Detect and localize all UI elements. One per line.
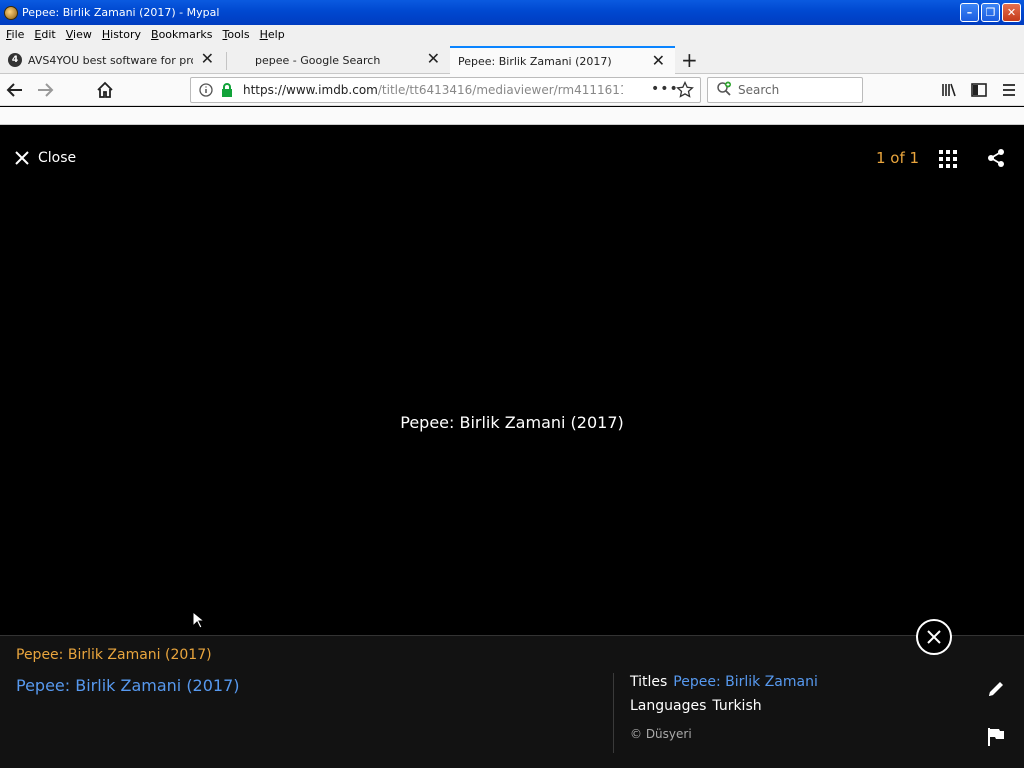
tab-label: pepee - Google Search bbox=[255, 53, 381, 67]
menu-bookmarks[interactable]: Bookmarks bbox=[151, 28, 212, 41]
image-counter: 1 of 1 bbox=[876, 149, 920, 167]
menu-edit[interactable]: Edit bbox=[34, 28, 55, 41]
app-icon bbox=[4, 5, 18, 20]
close-icon bbox=[927, 630, 941, 644]
search-placeholder: Search bbox=[738, 83, 780, 97]
menu-help[interactable]: Help bbox=[260, 28, 285, 41]
grid-icon[interactable] bbox=[939, 150, 957, 168]
report-flag-icon[interactable] bbox=[987, 727, 1005, 747]
menu-history[interactable]: History bbox=[102, 28, 141, 41]
menu-file[interactable]: File bbox=[6, 28, 24, 41]
tab-close-icon[interactable]: ✕ bbox=[201, 51, 214, 67]
tab-strip: 4 AVS4YOU best software for proces ✕ pep… bbox=[0, 44, 1024, 74]
search-icon bbox=[716, 81, 732, 100]
titles-link[interactable]: Pepee: Birlik Zamani bbox=[673, 674, 818, 690]
panel-overline: Pepee: Birlik Zamani (2017) bbox=[16, 647, 212, 663]
search-bar[interactable]: Search bbox=[707, 77, 863, 103]
info-icon[interactable] bbox=[199, 83, 213, 100]
home-icon[interactable] bbox=[94, 79, 116, 101]
close-icon bbox=[14, 150, 38, 166]
toolbar-spacer bbox=[0, 107, 1024, 125]
sidebar-icon[interactable] bbox=[968, 79, 990, 101]
info-panel: Pepee: Birlik Zamani (2017) Pepee: Birli… bbox=[0, 619, 1024, 768]
languages-label: Languages bbox=[630, 698, 707, 714]
image-alt-text: Pepee: Birlik Zamani (2017) bbox=[400, 413, 624, 432]
tab-label: Pepee: Birlik Zamani (2017) bbox=[458, 54, 612, 68]
window-titlebar: Pepee: Birlik Zamani (2017) - Mypal – ❐ … bbox=[0, 0, 1024, 25]
title-link[interactable]: Pepee: Birlik Zamani (2017) bbox=[16, 676, 240, 695]
tab-close-icon[interactable]: ✕ bbox=[652, 53, 665, 69]
mouse-cursor-icon bbox=[192, 610, 206, 633]
tab-avs4you[interactable]: 4 AVS4YOU best software for proces ✕ bbox=[0, 46, 224, 74]
bookmark-star-icon[interactable] bbox=[676, 80, 694, 102]
restore-button[interactable]: ❐ bbox=[981, 3, 1000, 22]
tab-separator bbox=[226, 52, 227, 70]
media-viewer: Close 1 of 1 Pepee: Birlik Zamani (2017) bbox=[0, 126, 1024, 635]
close-window-button[interactable]: ✕ bbox=[1002, 3, 1021, 22]
menu-tools[interactable]: Tools bbox=[222, 28, 249, 41]
edit-pencil-icon[interactable] bbox=[986, 679, 1006, 699]
languages-row: Languages Turkish bbox=[630, 698, 762, 714]
url-bar[interactable]: https://www.imdb.com/title/tt6413416/med… bbox=[190, 77, 701, 103]
url-text: https://www.imdb.com/title/tt6413416/med… bbox=[243, 83, 623, 97]
close-label: Close bbox=[38, 150, 77, 166]
tab-google-search[interactable]: pepee - Google Search ✕ bbox=[228, 46, 450, 74]
copyright-text: © Düsyeri bbox=[630, 727, 692, 741]
avs4you-favicon-icon: 4 bbox=[8, 53, 22, 67]
library-icon[interactable] bbox=[938, 79, 960, 101]
share-icon[interactable] bbox=[986, 148, 1006, 168]
tab-label: AVS4YOU best software for proces bbox=[28, 53, 193, 67]
page-actions-icon[interactable]: ••• bbox=[651, 81, 679, 97]
menu-view[interactable]: View bbox=[66, 28, 92, 41]
url-path: /title/tt6413416/mediaviewer/rm411161190 bbox=[377, 83, 623, 97]
languages-value: Turkish bbox=[712, 698, 762, 714]
hamburger-menu-icon[interactable] bbox=[998, 79, 1020, 101]
titles-row: Titles Pepee: Birlik Zamani bbox=[630, 674, 818, 690]
new-tab-icon[interactable]: + bbox=[681, 48, 698, 72]
titles-label: Titles bbox=[630, 674, 668, 690]
tab-close-icon[interactable]: ✕ bbox=[427, 51, 440, 67]
lock-icon bbox=[220, 82, 234, 101]
window-title: Pepee: Birlik Zamani (2017) - Mypal bbox=[22, 6, 220, 19]
menu-bar: File Edit View History Bookmarks Tools H… bbox=[0, 25, 1024, 44]
minimize-button[interactable]: – bbox=[960, 3, 979, 22]
url-host: https://www.imdb.com bbox=[243, 83, 378, 97]
panel-divider bbox=[613, 673, 614, 753]
forward-arrow-icon[interactable] bbox=[34, 79, 56, 101]
panel-close-button[interactable] bbox=[916, 619, 952, 655]
viewer-close-button[interactable]: Close bbox=[14, 150, 76, 166]
navigation-bar: https://www.imdb.com/title/tt6413416/med… bbox=[0, 74, 1024, 106]
window-controls: – ❐ ✕ bbox=[960, 3, 1021, 22]
tab-pepee-imdb[interactable]: Pepee: Birlik Zamani (2017) ✕ bbox=[450, 46, 675, 74]
back-arrow-icon[interactable] bbox=[4, 79, 26, 101]
